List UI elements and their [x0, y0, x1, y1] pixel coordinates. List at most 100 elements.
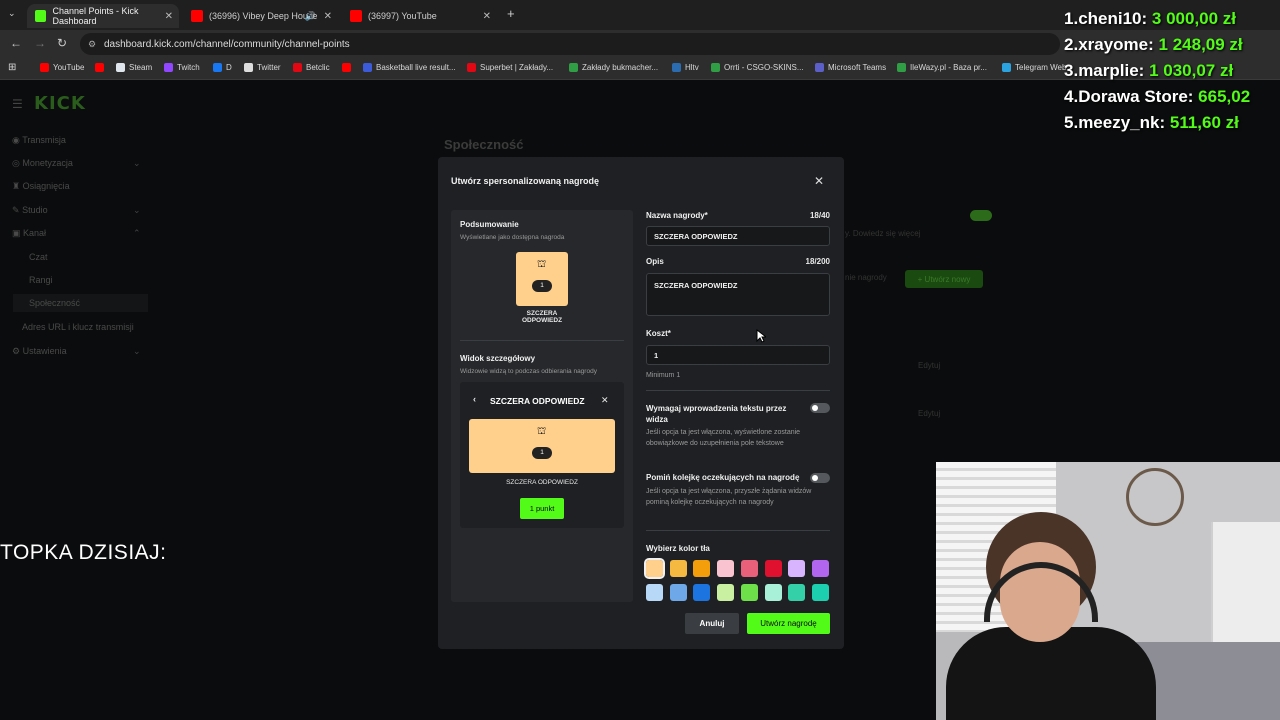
close-tab-icon[interactable]: ✕: [324, 11, 332, 22]
tab-title: (36996) Vibey Deep House: [209, 11, 318, 21]
bookmark-youtube[interactable]: YouTube: [40, 63, 84, 72]
rewards-heading: nie nagrody: [845, 273, 887, 282]
bookmark-teams[interactable]: Microsoft Teams: [815, 63, 886, 72]
leaderboard-entry: 4.Dorawa Store: 665,02: [1064, 87, 1251, 106]
description-char-count: 18/200: [805, 257, 830, 266]
sidebar-item-osiagniecia[interactable]: ♜ Osiągnięcia: [12, 181, 70, 192]
bookmark-facebook[interactable]: D: [213, 63, 232, 72]
color-swatch[interactable]: [669, 584, 687, 601]
create-reward-modal: Utwórz spersonalizowaną nagrodę ✕ Podsum…: [438, 157, 844, 649]
reward-card-preview: ⛫ 1: [516, 252, 568, 306]
color-swatch[interactable]: [764, 560, 782, 577]
tab-youtube[interactable]: (36997) YouTube ✕: [342, 4, 497, 28]
cost-badge: 1: [532, 447, 552, 459]
sidebar-item-ustawienia[interactable]: ⚙ Ustawienia: [12, 346, 67, 357]
close-icon[interactable]: ✕: [814, 174, 824, 188]
require-text-toggle[interactable]: [810, 403, 830, 413]
edit-button[interactable]: Edytuj: [918, 409, 940, 418]
summary-subtitle: Wyświetlane jako dostępna nagroda: [460, 234, 565, 241]
bookmark-telegram[interactable]: Telegram Web: [1002, 63, 1066, 72]
color-swatch[interactable]: [788, 560, 806, 577]
leaderboard-entry: 3.marplie: 1 030,07 zł: [1064, 61, 1234, 80]
bookmark-twitch[interactable]: Twitch: [164, 63, 200, 72]
color-swatch[interactable]: [693, 584, 711, 601]
cancel-button[interactable]: Anuluj: [685, 613, 739, 634]
bookmark-ilewazy[interactable]: IleWazy.pl - Baza pr...: [897, 63, 987, 72]
bookmark-betclic[interactable]: Betclic: [293, 63, 330, 72]
reward-name-input[interactable]: SZCZERA ODPOWIEDZ: [646, 226, 830, 246]
chevron-left-icon[interactable]: ‹: [473, 394, 476, 404]
channel-points-toggle[interactable]: [970, 210, 992, 221]
tab-title: (36997) YouTube: [368, 11, 437, 21]
color-swatch[interactable]: [811, 560, 829, 577]
reload-icon[interactable]: ↻: [57, 36, 67, 50]
chevron-up-icon[interactable]: ⌃: [133, 228, 141, 239]
color-swatch[interactable]: [717, 560, 735, 577]
broadcast-icon: ◉: [12, 135, 20, 145]
menu-icon[interactable]: ☰: [12, 97, 23, 111]
sidebar-item-studio[interactable]: ✎ Studio: [12, 205, 48, 216]
bookmark-youtube-3[interactable]: [342, 63, 355, 72]
bookmark-zaklady[interactable]: Zakłady bukmacher...: [569, 63, 658, 72]
gear-icon: ⚙: [12, 346, 21, 356]
redeem-points-button[interactable]: 1 punkt: [520, 498, 564, 519]
sidebar-item-rangi[interactable]: Rangi: [29, 275, 53, 285]
bookmark-basketball[interactable]: Basketball live result...: [363, 63, 456, 72]
close-icon[interactable]: ✕: [601, 395, 609, 406]
chevron-down-icon[interactable]: ⌄: [133, 205, 141, 216]
description-textarea[interactable]: SZCZERA ODPOWIEDZ: [646, 273, 830, 316]
close-tab-icon[interactable]: ✕: [165, 11, 173, 22]
sidebar-item-stream-key[interactable]: Adres URL i klucz transmisji: [22, 322, 134, 332]
sidebar-item-czat[interactable]: Czat: [29, 252, 48, 262]
color-swatch[interactable]: [788, 584, 806, 601]
new-tab-icon[interactable]: +: [507, 6, 515, 21]
sidebar-item-transmisja[interactable]: ◉ Transmisja: [12, 135, 66, 146]
color-swatch[interactable]: [764, 584, 782, 601]
color-swatch[interactable]: [740, 584, 758, 601]
speaker-icon[interactable]: 🔊: [305, 11, 316, 22]
color-swatch[interactable]: [669, 560, 687, 577]
mouse-cursor-icon: [756, 329, 766, 343]
sidebar-item-kanal[interactable]: ▣ Kanał: [12, 228, 46, 239]
color-swatch[interactable]: [811, 584, 829, 601]
sidebar-item-spolecznosc[interactable]: Społeczność: [13, 294, 148, 312]
money-icon: ◎: [12, 158, 20, 168]
chevron-down-icon[interactable]: ⌄: [133, 158, 141, 169]
cost-input[interactable]: 1: [646, 345, 830, 365]
back-icon[interactable]: ←: [10, 36, 22, 50]
site-info-icon[interactable]: ⚙: [88, 39, 96, 50]
bookmark-orrti[interactable]: Orrti - CSGO-SKINS...: [711, 63, 804, 72]
wall-clock-icon: [1126, 468, 1184, 526]
color-swatch[interactable]: [646, 584, 663, 601]
color-swatch[interactable]: [717, 584, 735, 601]
tab-vibey-deep-house[interactable]: (36996) Vibey Deep House 🔊 ✕: [183, 4, 338, 28]
create-reward-button[interactable]: Utwórz nagrodę: [747, 613, 830, 634]
close-tab-icon[interactable]: ✕: [483, 11, 491, 22]
tab-kick-dashboard[interactable]: Channel Points - Kick Dashboard ✕: [27, 4, 179, 28]
edit-button[interactable]: Edytuj: [918, 361, 940, 370]
sidebar-item-monetyzacja[interactable]: ◎ Monetyzacja: [12, 158, 73, 169]
color-swatch[interactable]: [693, 560, 711, 577]
detail-subtitle: Widzowie widzą to podczas odbierania nag…: [460, 368, 597, 375]
bookmark-youtube-2[interactable]: [95, 63, 108, 72]
description-label: Opis: [646, 257, 664, 266]
tab-search-chevron-icon[interactable]: ⌄: [8, 8, 16, 19]
webcam-overlay: [936, 462, 1280, 720]
leaderboard-entry: 5.meezy_nk: 511,60 zł: [1064, 113, 1239, 132]
bookmark-superbet[interactable]: Superbet | Zakłady...: [467, 63, 553, 72]
bookmark-hltv[interactable]: Hltv: [672, 63, 699, 72]
bookmark-steam[interactable]: Steam: [116, 63, 152, 72]
kick-logo: KICK: [34, 93, 86, 114]
color-swatch[interactable]: [740, 560, 758, 577]
detail-preview: ‹ SZCZERA ODPOWIEDZ ✕ ⛫ 1 SZCZERA ODPOWI…: [460, 382, 624, 528]
forward-icon[interactable]: →: [34, 36, 46, 50]
divider: [460, 340, 624, 341]
url-input[interactable]: ⚙ dashboard.kick.com/channel/community/c…: [80, 33, 1060, 55]
skip-queue-toggle[interactable]: [810, 473, 830, 483]
channel-icon: ▣: [12, 228, 21, 238]
create-new-button[interactable]: + Utwórz nowy: [905, 270, 983, 288]
color-swatch[interactable]: [644, 558, 665, 579]
bookmark-twitter[interactable]: Twitter: [244, 63, 281, 72]
chevron-down-icon[interactable]: ⌄: [133, 346, 141, 357]
apps-grid-icon[interactable]: ⊞: [8, 62, 16, 73]
